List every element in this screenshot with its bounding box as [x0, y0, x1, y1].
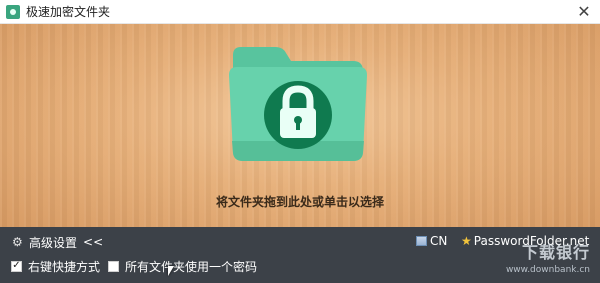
gear-icon: ⚙: [12, 235, 23, 249]
app-icon: [6, 4, 20, 19]
watermark: 下载银行 www.downbank.cn: [506, 239, 590, 275]
language-code: CN: [430, 234, 448, 248]
checkbox-context-menu[interactable]: ✓: [11, 260, 22, 272]
close-button[interactable]: ✕: [574, 2, 594, 21]
lock-folder-icon: [229, 47, 367, 161]
bottom-panel: ⚙ 高级设置 << CN ★ PasswordFolder.net ✓ 右键快捷…: [0, 227, 600, 283]
flag-icon: [416, 236, 427, 246]
watermark-title: 下载银行: [521, 243, 590, 262]
option-context-menu[interactable]: ✓ 右键快捷方式: [11, 259, 101, 274]
advanced-settings-label: 高级设置: [29, 235, 78, 250]
collapse-arrows: <<: [83, 235, 104, 249]
advanced-settings-toggle[interactable]: ⚙ 高级设置 <<: [12, 235, 104, 250]
drop-hint-text: 将文件夹拖到此处或单击以选择: [215, 195, 384, 209]
option-label: 所有文件夹使用一个密码: [125, 259, 258, 274]
drop-area[interactable]: 将文件夹拖到此处或单击以选择: [0, 24, 600, 227]
language-selector[interactable]: CN: [416, 234, 447, 248]
option-label: 右键快捷方式: [28, 259, 101, 274]
checkbox-single-password[interactable]: [108, 260, 119, 272]
watermark-url: www.downbank.cn: [505, 265, 590, 275]
mouse-cursor: [168, 266, 174, 276]
app-window: 极速加密文件夹 ✕ 将文件夹拖到此处或单击以选择 ⚙ 高级设置 << CN ★ …: [0, 0, 600, 283]
title-bar: 极速加密文件夹 ✕: [0, 0, 600, 24]
window-title: 极速加密文件夹: [26, 5, 111, 19]
option-single-password[interactable]: 所有文件夹使用一个密码: [108, 259, 258, 274]
star-icon: ★: [461, 234, 472, 248]
